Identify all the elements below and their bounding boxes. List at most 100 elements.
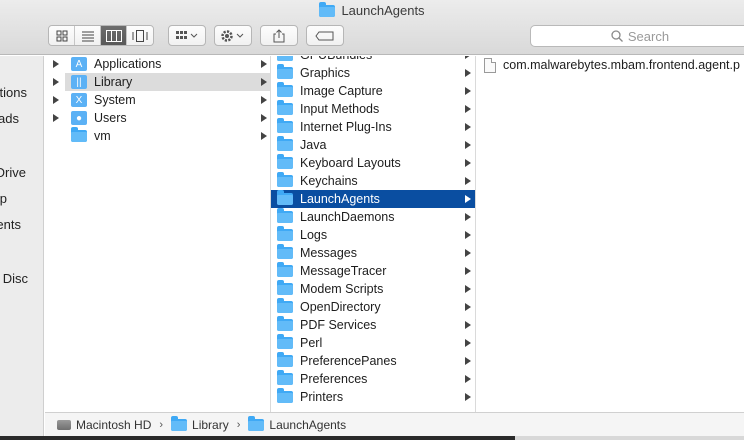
chevron-right-icon [465, 177, 471, 185]
folder-icon [277, 262, 293, 277]
sidebar-item[interactable]: ents [0, 217, 21, 232]
view-switcher[interactable] [48, 25, 154, 46]
item-label: Preferences [300, 372, 368, 386]
item-label: MessageTracer [300, 264, 387, 278]
icon-view-icon [56, 30, 67, 41]
folder-icon [319, 1, 336, 17]
folder-icon [277, 100, 293, 115]
list-item[interactable]: Logs [271, 226, 475, 244]
list-item[interactable]: com.malwarebytes.mbam.frontend.agent.p [478, 56, 744, 74]
list-item[interactable]: X System [53, 91, 270, 109]
list-item[interactable]: Messages [271, 244, 475, 262]
list-item[interactable]: PreferencePanes [271, 352, 475, 370]
chevron-right-icon [465, 195, 471, 203]
list-item[interactable]: Java [271, 136, 475, 154]
chevron-right-icon [465, 285, 471, 293]
chevron-right-icon [465, 56, 471, 59]
list-item[interactable]: Input Methods [271, 100, 475, 118]
sidebar-item[interactable]: p [0, 191, 7, 206]
window-title-label: LaunchAgents [341, 3, 425, 18]
item-label: GPUBundles [300, 56, 372, 62]
item-label: Internet Plug-Ins [300, 120, 392, 134]
item-label: Logs [300, 228, 328, 242]
chevron-right-icon [465, 339, 471, 347]
sidebar-item[interactable]: ations [0, 85, 27, 100]
arrange-button[interactable] [168, 25, 206, 46]
item-label: PDF Services [300, 318, 377, 332]
list-item[interactable]: Internet Plug-Ins [271, 118, 475, 136]
list-item[interactable]: MessageTracer [271, 262, 475, 280]
chevron-right-icon [261, 96, 267, 104]
list-view-button[interactable] [75, 26, 101, 45]
path-bar: Macintosh HD › Library › LaunchAgents [45, 412, 744, 436]
share-button[interactable] [260, 25, 298, 46]
path-segment[interactable]: Macintosh HD [76, 418, 151, 432]
tag-icon [315, 31, 334, 40]
hard-drive-icon [57, 419, 71, 430]
list-item[interactable]: || Library [53, 73, 270, 91]
list-item[interactable]: GPUBundles [271, 56, 475, 64]
chevron-right-icon [465, 69, 471, 77]
sidebar-item[interactable]: Drive [0, 165, 26, 180]
folder-icon [71, 127, 87, 142]
users-icon: ● [71, 111, 87, 125]
chevron-right-icon [465, 267, 471, 275]
path-segment[interactable]: LaunchAgents [269, 418, 346, 432]
list-item[interactable]: LaunchDaemons [271, 208, 475, 226]
folder-icon [248, 415, 265, 431]
folder-icon [277, 172, 293, 187]
tags-button[interactable] [306, 25, 344, 46]
list-item[interactable]: PDF Services [271, 316, 475, 334]
sidebar-item[interactable]: Disc [3, 271, 28, 286]
chevron-right-icon [261, 78, 267, 86]
list-item[interactable]: OpenDirectory [271, 298, 475, 316]
icon-view-button[interactable] [49, 26, 75, 45]
folder-icon [277, 226, 293, 241]
scroll-track [515, 436, 744, 440]
list-item[interactable]: ● Users [53, 109, 270, 127]
disclosure-arrow-icon [53, 78, 59, 86]
list-item[interactable]: Preferences [271, 370, 475, 388]
title-bar: LaunchAgents Search [0, 0, 744, 55]
list-item[interactable]: LaunchAgents [271, 190, 475, 208]
gear-icon [221, 29, 244, 42]
chevron-right-icon [261, 114, 267, 122]
search-field[interactable]: Search [530, 25, 744, 47]
folder-icon [277, 316, 293, 331]
item-label: Image Capture [300, 84, 383, 98]
chevron-right-icon [465, 159, 471, 167]
item-label: OpenDirectory [300, 300, 381, 314]
list-item[interactable]: Perl [271, 334, 475, 352]
path-segment[interactable]: Library [192, 418, 229, 432]
chevron-right-icon: › [159, 418, 164, 431]
coverflow-view-button[interactable] [127, 26, 153, 45]
disclosure-arrow-icon [53, 114, 59, 122]
column-view-button[interactable] [101, 26, 127, 45]
window-title: LaunchAgents [0, 1, 744, 18]
list-item[interactable]: Printers [271, 388, 475, 406]
list-item[interactable]: vm [65, 127, 270, 145]
list-item[interactable]: Modem Scripts [271, 280, 475, 298]
folder-icon [277, 280, 293, 295]
item-label: PreferencePanes [300, 354, 397, 368]
item-label: Java [300, 138, 327, 152]
list-item[interactable]: Keychains [271, 172, 475, 190]
chevron-right-icon [261, 132, 267, 140]
folder-icon [171, 415, 188, 431]
chevron-right-icon [465, 213, 471, 221]
item-label: Keyboard Layouts [300, 156, 401, 170]
item-label: System [94, 93, 136, 107]
search-placeholder: Search [627, 28, 670, 44]
folder-icon [277, 388, 293, 403]
folder-icon [277, 370, 293, 385]
folder-icon [277, 334, 293, 349]
folder-icon [277, 118, 293, 133]
sidebar-item[interactable]: ads [0, 111, 19, 126]
list-item[interactable]: Image Capture [271, 82, 475, 100]
list-item[interactable]: A Applications [53, 56, 270, 73]
action-button[interactable] [214, 25, 252, 46]
list-item[interactable]: Keyboard Layouts [271, 154, 475, 172]
item-label: Library [94, 75, 133, 89]
list-item[interactable]: Graphics [271, 64, 475, 82]
coverflow-view-icon [132, 29, 148, 42]
